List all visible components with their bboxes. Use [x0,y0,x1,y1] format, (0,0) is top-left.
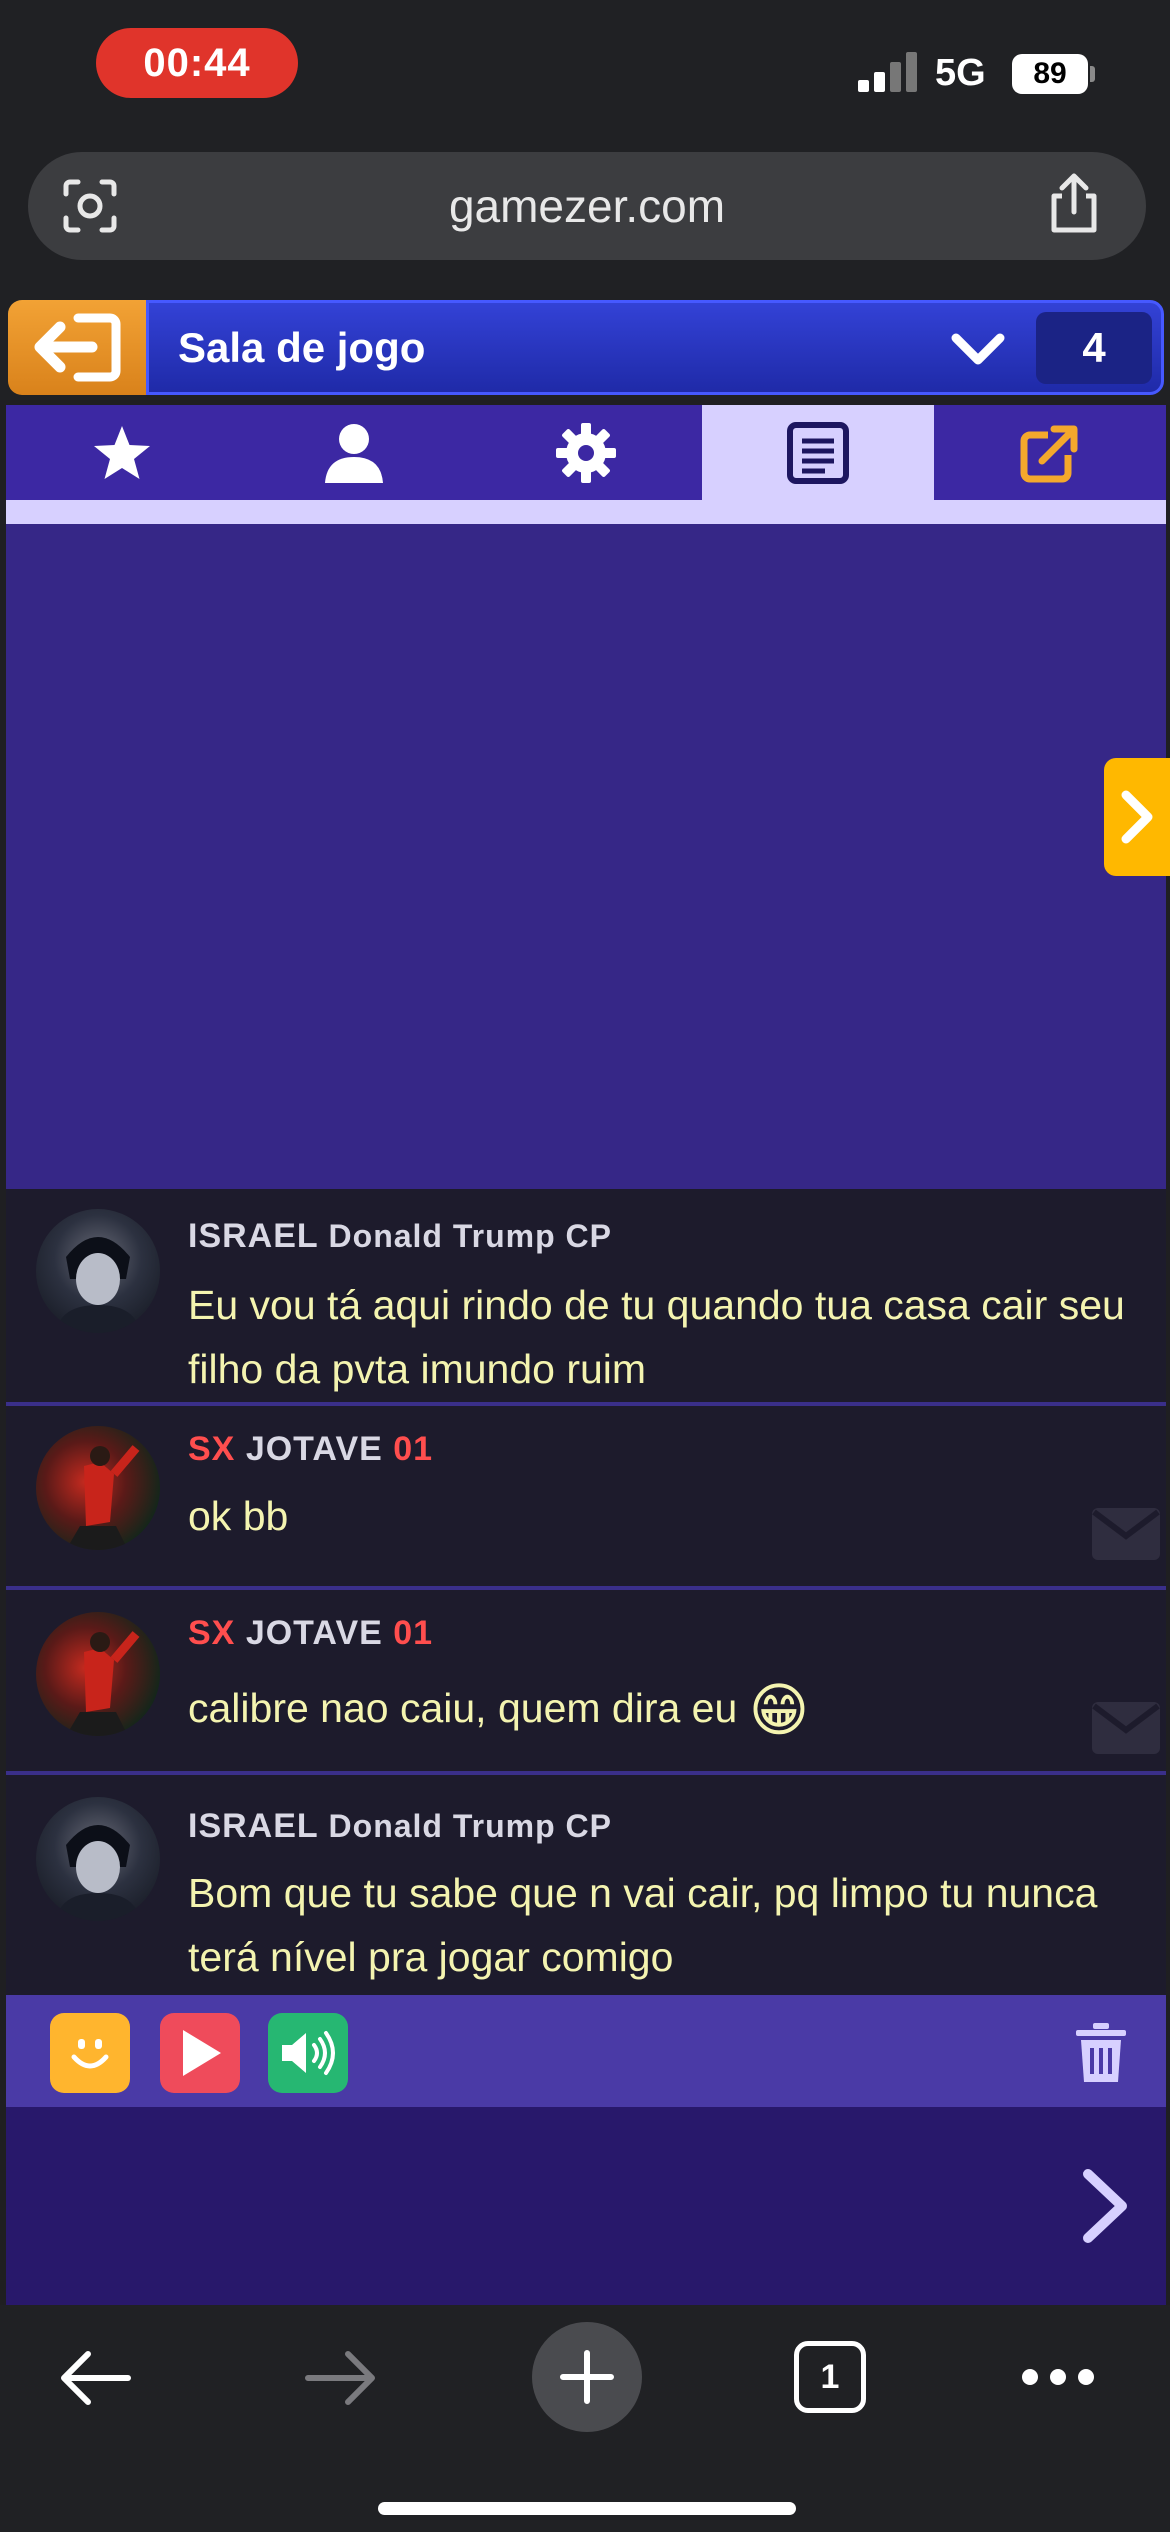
network-type: 5G [935,52,986,94]
username-prefix: ISRAEL [188,1807,319,1845]
gear-icon [556,422,616,483]
chevron-down-icon[interactable] [950,330,1006,370]
avatar[interactable] [36,1797,160,1921]
signal-icon [858,52,920,92]
popout-icon [1020,424,1078,482]
message-username[interactable]: ISRAEL Donald Trump CP [188,1807,612,1846]
avatar-image [56,1237,140,1333]
message-text: Bom que tu sabe que n vai cair, pq limpo… [188,1861,1148,1989]
back-arrow-icon[interactable] [58,2348,132,2408]
lens-icon[interactable] [62,178,118,234]
send-icon[interactable] [1078,2166,1134,2246]
message-username[interactable]: SX JOTAVE 01 [188,1430,433,1469]
username-prefix: SX [188,1614,236,1652]
message-text: calibre nao caiu, quem dira eu 😁 [188,1676,1148,1743]
tab-players[interactable] [238,405,470,500]
chat-message: ISRAEL Donald Trump CP Bom que tu sabe q… [6,1775,1166,1995]
avatar[interactable] [36,1426,160,1550]
tabs-count-button[interactable]: 1 [794,2341,866,2413]
chat-message: SX JOTAVE 01 calibre nao caiu, quem dira… [6,1590,1166,1775]
avatar[interactable] [36,1209,160,1333]
chat-message: ISRAEL Donald Trump CP Eu vou tá aqui ri… [6,1189,1166,1406]
exit-icon [34,313,121,382]
username-prefix: ISRAEL [188,1217,319,1255]
mail-icon[interactable] [1090,1700,1162,1756]
new-tab-button[interactable] [532,2322,642,2432]
avatar-image [66,1631,140,1736]
message-body: Eu vou tá aqui rindo de tu quando tua ca… [188,1282,1125,1392]
player-count-badge: 4 [1036,312,1152,384]
play-icon [183,2030,221,2076]
message-username[interactable]: SX JOTAVE 01 [188,1614,433,1653]
username-prefix: SX [188,1430,236,1468]
smiley-icon [71,2039,109,2069]
message-text: Eu vou tá aqui rindo de tu quando tua ca… [188,1273,1148,1401]
tab-indicator [6,500,1166,524]
expand-panel-button[interactable] [1104,758,1170,876]
speaker-icon [282,2031,335,2075]
username-suffix: 01 [393,1430,434,1468]
tab-favorites[interactable] [6,405,238,500]
chat-message: SX JOTAVE 01 ok bb [6,1406,1166,1590]
username-main: JOTAVE [245,1430,383,1468]
forward-arrow-icon[interactable] [304,2348,378,2408]
avatar[interactable] [36,1612,160,1736]
document-icon [787,421,849,484]
message-username[interactable]: ISRAEL Donald Trump CP [188,1217,612,1256]
trash-icon[interactable] [1074,2022,1128,2084]
url-text[interactable]: gamezer.com [28,152,1146,260]
message-body: calibre nao caiu, quem dira eu [188,1685,738,1731]
sound-button[interactable] [268,2013,348,2093]
avatar-image [56,1825,140,1921]
username-main: Donald Trump CP [328,1808,612,1844]
username-main: Donald Trump CP [328,1218,612,1254]
home-indicator[interactable] [378,2502,796,2515]
play-button[interactable] [160,2013,240,2093]
more-icon[interactable] [1020,2365,1096,2389]
message-text: ok bb [188,1484,1148,1548]
message-body: Bom que tu sabe que n vai cair, pq limpo… [188,1870,1098,1980]
chat-input[interactable] [6,2107,1046,2305]
battery-icon [1090,66,1095,82]
emoji-button[interactable] [50,2013,130,2093]
tab-settings[interactable] [470,405,702,500]
plus-icon [560,2350,614,2404]
user-icon [325,423,383,483]
tab-chat[interactable] [702,405,934,500]
grin-emoji-icon: 😁 [748,1678,810,1744]
battery-level: 89 [1012,54,1088,94]
mail-icon[interactable] [1090,1506,1162,1562]
game-area[interactable] [6,524,1166,1189]
avatar-image [66,1445,140,1550]
star-icon [94,425,150,479]
username-suffix: 01 [393,1614,434,1652]
tab-popout[interactable] [934,405,1166,500]
status-time: 00:44 [96,28,298,98]
exit-room-button[interactable] [8,300,148,395]
message-body: ok bb [188,1493,289,1539]
room-title: Sala de jogo [178,323,426,371]
chevron-right-icon [1121,790,1153,844]
username-main: JOTAVE [245,1614,383,1652]
share-icon[interactable] [1044,172,1104,236]
